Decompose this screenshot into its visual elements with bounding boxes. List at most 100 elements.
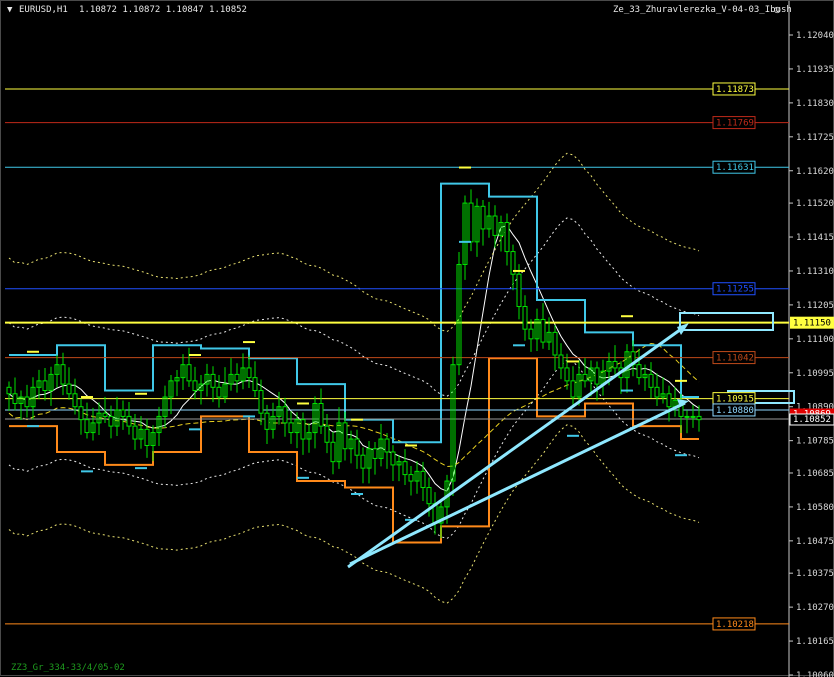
trendline-upper[interactable]: [347, 325, 685, 569]
candle-body: [690, 415, 696, 418]
candle-body: [360, 454, 366, 469]
ohlc-readout: 1.10872 1.10872 1.10847 1.10852: [79, 5, 247, 15]
y-tick-label: 1.11725: [796, 133, 834, 143]
candle-body: [78, 406, 84, 421]
candle-body: [354, 438, 360, 456]
bid-tag-text: 1.10852: [793, 415, 831, 425]
candle-body: [210, 373, 216, 388]
candle-body: [192, 380, 198, 392]
y-tick-label: 1.11415: [796, 233, 834, 243]
y-tick-label: 1.11935: [796, 65, 834, 75]
candle-body: [6, 386, 12, 395]
level-label-text: 1.11631: [716, 163, 754, 173]
y-tick-label: 1.10995: [796, 369, 834, 379]
ma-fast-line: [8, 225, 700, 492]
candle-body: [390, 451, 396, 466]
candle-body: [24, 396, 30, 408]
candle-body: [42, 380, 48, 392]
channel-steps: [9, 182, 699, 544]
candle-body: [126, 415, 132, 427]
candle-body: [648, 373, 654, 388]
target-box-upper[interactable]: [679, 312, 774, 331]
candle-body: [342, 422, 348, 450]
candle-body: [468, 202, 474, 243]
y-tick-label: 1.11830: [796, 99, 834, 109]
candle-body: [492, 215, 498, 236]
candle-body: [408, 474, 414, 482]
candle-body: [324, 425, 330, 443]
candle-body: [540, 318, 546, 343]
candle-body: [258, 390, 264, 414]
ma-slow-line: [8, 342, 700, 468]
level-label-text: 1.11255: [716, 285, 754, 295]
candle-body: [528, 328, 534, 340]
candle-body: [654, 386, 660, 398]
y-tick-label: 1.10375: [796, 569, 834, 579]
candle-body: [582, 373, 588, 382]
candle-body: [480, 205, 486, 230]
candle-body: [594, 367, 600, 385]
candle-body: [426, 487, 432, 505]
candle-body: [330, 441, 336, 463]
price-chart[interactable]: 1.12040 1.11935 1.11830 1.11725 1.11620 1.115…: [1, 1, 834, 677]
symbol-timeframe: EURUSD,H1: [19, 5, 68, 15]
candle-body: [558, 354, 564, 369]
indicator-footer-label: ZZ3_Gr_334-33/4/05-02: [11, 663, 125, 673]
candle-body: [636, 364, 642, 379]
envelope-band-line: [8, 152, 700, 333]
level-label-text: 1.11769: [716, 119, 754, 129]
candle-body: [264, 412, 270, 430]
y-tick-label: 1.11205: [796, 301, 834, 311]
envelope-band-line: [8, 424, 700, 604]
chart-menu-icon[interactable]: ▼: [7, 5, 12, 15]
y-tick-label: 1.10580: [796, 503, 834, 513]
candle-body: [420, 470, 426, 489]
candle-body: [522, 306, 528, 330]
y-tick-label: 1.11100: [796, 335, 834, 345]
price-axis: 1.12040 1.11935 1.11830 1.11725 1.11620 1.115…: [789, 31, 834, 677]
level-label-text: 1.10915: [716, 395, 754, 405]
envelope-band-line: [8, 359, 700, 540]
y-tick-label: 1.10060: [796, 671, 834, 677]
candle-body: [246, 367, 252, 379]
y-tick-label: 1.10785: [796, 437, 834, 447]
candle-body: [612, 360, 618, 369]
candle-body: [684, 415, 690, 418]
y-tick-label: 1.11520: [796, 199, 834, 209]
candle-body: [186, 364, 192, 382]
y-tick-label: 1.10475: [796, 537, 834, 547]
y-tick-label: 1.11620: [796, 167, 834, 177]
candle-body: [504, 221, 510, 253]
candle-body: [12, 393, 18, 404]
trendline-lower[interactable]: [349, 401, 686, 566]
candle-body: [318, 402, 324, 427]
y-tick-label: 1.11310: [796, 267, 834, 277]
candle-body: [402, 461, 408, 476]
price-tags: 1.11873 1.11769 1.11631 1.11255 1.11150 1.110…: [712, 82, 834, 631]
candle-body: [234, 373, 240, 382]
y-tick-label: 1.10165: [796, 637, 834, 647]
level-label-text: 1.11042: [716, 354, 754, 364]
candle-body: [570, 380, 576, 398]
indicator-name[interactable]: Ze_33_Zhuravlerezka_V-04-03_Ibush: [613, 5, 792, 15]
candle-body: [66, 383, 72, 395]
y-tick-label: 1.10270: [796, 603, 834, 613]
candle-body: [120, 409, 126, 417]
candle-body: [102, 412, 108, 417]
candle-body: [288, 422, 294, 434]
candle-body: [252, 377, 258, 392]
level-label-text: 1.10218: [716, 620, 754, 630]
candle-body: [72, 393, 78, 408]
level-tag-text: 1.11150: [793, 319, 831, 329]
channel-lower-line: [9, 357, 699, 544]
y-tick-label: 1.10685: [796, 469, 834, 479]
candle-body: [564, 367, 570, 382]
candle-body: [216, 386, 222, 398]
candlesticks: [6, 189, 702, 539]
candle-body: [300, 419, 306, 440]
y-tick-label: 1.12040: [796, 31, 834, 41]
level-label-text: 1.11873: [716, 85, 754, 95]
smiley-icon: ☺: [774, 4, 781, 17]
candle-body: [84, 419, 90, 434]
chart-window[interactable]: 1.12040 1.11935 1.11830 1.11725 1.11620 1.115…: [0, 0, 834, 677]
